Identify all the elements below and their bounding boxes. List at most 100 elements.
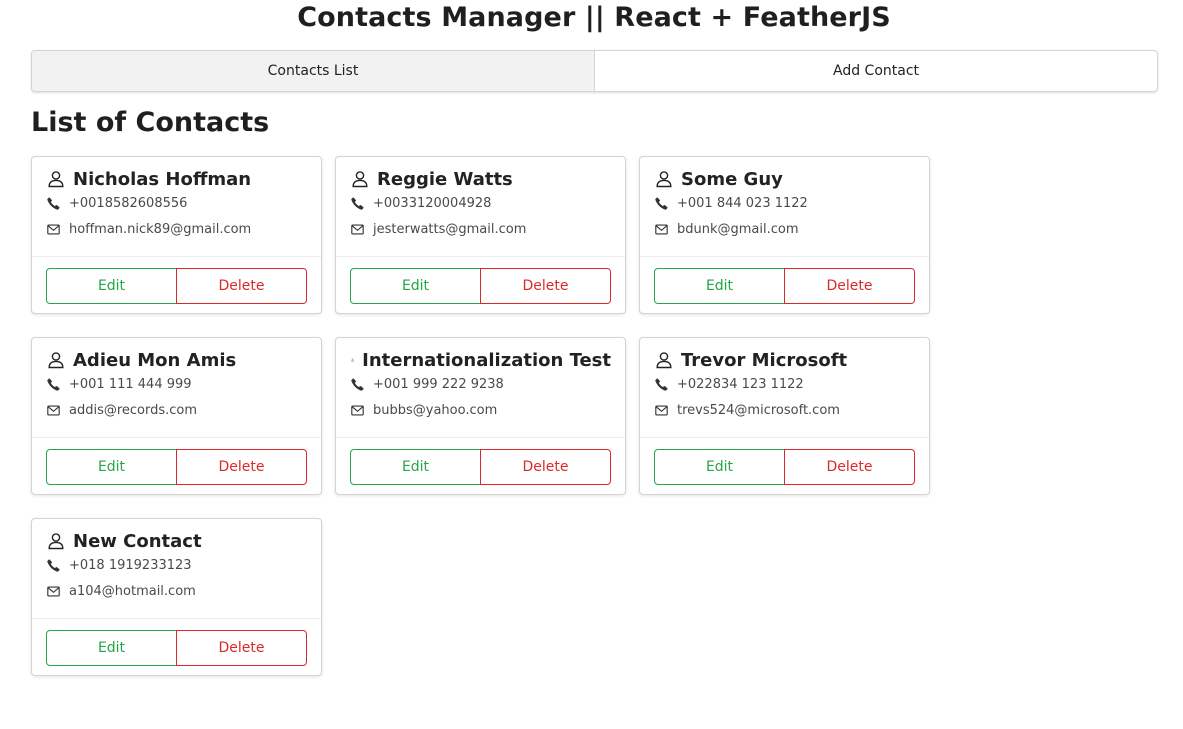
card-content: Some Guy +001 844 023 1122 bdunk@gmail.c… [640,157,929,257]
card-header: Some Guy [655,168,915,190]
card-header: Reggie Watts [351,168,611,190]
contact-email-row: addis@records.com [47,397,307,423]
card-header: New Contact [47,530,307,552]
delete-button[interactable]: Delete [176,268,307,304]
card-content: Adieu Mon Amis +001 111 444 999 addis@re… [32,338,321,438]
tab-add-contact[interactable]: Add Contact [594,51,1157,91]
user-icon [48,533,64,550]
card-actions: Edit Delete [640,257,929,304]
contact-phone: +022834 123 1122 [677,376,804,392]
contact-email-row: hoffman.nick89@gmail.com [47,216,307,242]
contact-phone-row: +001 111 444 999 [47,371,307,397]
delete-button[interactable]: Delete [480,268,611,304]
contact-email-row: jesterwatts@gmail.com [351,216,611,242]
edit-button[interactable]: Edit [46,449,177,485]
user-icon [352,171,368,188]
contact-phone: +001 111 444 999 [69,376,192,392]
card-content: Reggie Watts +0033120004928 jesterwatts@… [336,157,625,257]
edit-button[interactable]: Edit [654,268,785,304]
envelope-icon [47,404,60,416]
user-icon [656,352,672,369]
phone-icon [47,558,60,572]
contact-name: New Contact [73,530,202,552]
envelope-icon [655,223,668,235]
envelope-icon [351,223,364,235]
card-header: Trevor Microsoft [655,349,915,371]
contact-card: Some Guy +001 844 023 1122 bdunk@gmail.c… [639,156,930,314]
edit-button[interactable]: Edit [654,449,785,485]
delete-button[interactable]: Delete [176,449,307,485]
contact-phone-row: +022834 123 1122 [655,371,915,397]
delete-button[interactable]: Delete [784,268,915,304]
delete-button[interactable]: Delete [480,449,611,485]
contact-phone: +001 844 023 1122 [677,195,808,211]
phone-icon [47,196,60,210]
contact-email: hoffman.nick89@gmail.com [69,221,252,237]
card-header: Nicholas Hoffman [47,168,307,190]
card-content: New Contact +018 1919233123 a104@hotmail… [32,519,321,619]
envelope-icon [47,585,60,597]
page-title: List of Contacts [31,107,270,138]
contact-phone-row: +001 999 222 9238 [351,371,611,397]
contact-name: Adieu Mon Amis [73,349,237,371]
edit-button[interactable]: Edit [46,630,177,666]
user-icon [48,171,64,188]
contact-email: bubbs@yahoo.com [373,402,498,418]
delete-button[interactable]: Delete [784,449,915,485]
phone-icon [655,377,668,391]
contact-card: Internationalization Test +001 999 222 9… [335,337,626,495]
contact-name: Nicholas Hoffman [73,168,252,190]
contact-email-row: bubbs@yahoo.com [351,397,611,423]
card-header: Internationalization Test [351,349,611,371]
contact-email-row: bdunk@gmail.com [655,216,915,242]
contact-card: Reggie Watts +0033120004928 jesterwatts@… [335,156,626,314]
phone-icon [351,196,364,210]
contact-email-row: trevs524@microsoft.com [655,397,915,423]
card-actions: Edit Delete [640,438,929,485]
main-menu: Contacts List Add Contact [31,50,1158,92]
contact-card: Nicholas Hoffman +0018582608556 hoffman.… [31,156,322,314]
contact-email: a104@hotmail.com [69,583,196,599]
card-header: Adieu Mon Amis [47,349,307,371]
card-actions: Edit Delete [32,257,321,304]
contact-email: trevs524@microsoft.com [677,402,840,418]
contact-email: addis@records.com [69,402,198,418]
card-actions: Edit Delete [32,438,321,485]
contact-name: Some Guy [681,168,783,190]
edit-button[interactable]: Edit [350,449,481,485]
contact-phone-row: +0018582608556 [47,190,307,216]
card-actions: Edit Delete [336,438,625,485]
contact-card: Trevor Microsoft +022834 123 1122 trevs5… [639,337,930,495]
contact-phone: +001 999 222 9238 [373,376,504,392]
contact-name: Reggie Watts [377,168,513,190]
envelope-icon [47,223,60,235]
edit-button[interactable]: Edit [350,268,481,304]
contact-card: Adieu Mon Amis +001 111 444 999 addis@re… [31,337,322,495]
contact-name: Internationalization Test [362,349,611,371]
contact-card: New Contact +018 1919233123 a104@hotmail… [31,518,322,676]
contact-phone: +018 1919233123 [69,557,192,573]
contact-email: bdunk@gmail.com [677,221,799,237]
contact-email-row: a104@hotmail.com [47,578,307,604]
delete-button[interactable]: Delete [176,630,307,666]
card-actions: Edit Delete [336,257,625,304]
envelope-icon [655,404,668,416]
contact-phone-row: +018 1919233123 [47,552,307,578]
contact-name: Trevor Microsoft [681,349,848,371]
contact-phone-row: +001 844 023 1122 [655,190,915,216]
card-content: Trevor Microsoft +022834 123 1122 trevs5… [640,338,929,438]
envelope-icon [351,404,364,416]
user-icon [351,358,354,362]
phone-icon [351,377,364,391]
phone-icon [47,377,60,391]
user-icon [48,352,64,369]
edit-button[interactable]: Edit [46,268,177,304]
app-title: Contacts Manager || React + FeatherJS [297,2,891,33]
user-icon [656,171,672,188]
phone-icon [655,196,668,210]
card-content: Internationalization Test +001 999 222 9… [336,338,625,438]
contact-phone: +0018582608556 [69,195,188,211]
contact-email: jesterwatts@gmail.com [373,221,527,237]
tab-contacts-list[interactable]: Contacts List [32,51,594,91]
contact-phone-row: +0033120004928 [351,190,611,216]
